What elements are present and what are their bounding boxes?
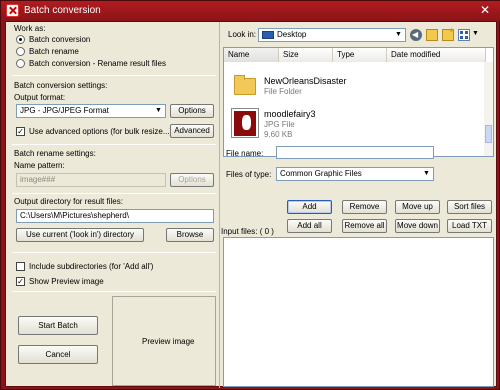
app-icon — [6, 4, 19, 17]
scroll-thumb[interactable] — [485, 125, 492, 143]
file-size: 9.60 KB — [264, 130, 293, 139]
chevron-down-icon[interactable]: ▼ — [393, 30, 404, 40]
file-list[interactable]: Name Size Type Date modified NewOrleansD… — [223, 47, 494, 157]
rename-settings-label: Batch rename settings: — [14, 149, 96, 158]
output-options-button[interactable]: Options — [170, 104, 214, 118]
files-of-type-label: Files of type: — [226, 170, 272, 179]
divider — [12, 291, 216, 292]
work-as-label: Work as: — [14, 24, 46, 33]
use-current-directory-button[interactable]: Use current ('look in') directory — [16, 228, 144, 242]
look-in-value: Desktop — [277, 30, 307, 39]
output-format-select[interactable]: JPG - JPG/JPEG Format ▼ — [16, 104, 166, 118]
new-folder-icon[interactable]: ✦ — [442, 26, 455, 41]
look-in-label: Look in: — [228, 30, 257, 39]
window-title: Batch conversion — [24, 5, 101, 16]
output-format-label: Output format: — [14, 93, 66, 102]
add-button[interactable]: Add — [287, 200, 332, 214]
list-item[interactable]: moodlefairy3 JPG File 9.60 KB — [224, 105, 486, 145]
look-in-select[interactable]: Desktop ▼ — [258, 28, 406, 42]
chevron-down-icon[interactable]: ▼ — [421, 169, 432, 179]
output-directory-input[interactable]: C:\Users\M\Pictures\shepherd\ — [16, 209, 214, 223]
file-name-input[interactable] — [276, 146, 434, 159]
back-icon[interactable]: ◀ — [410, 29, 422, 41]
files-of-type-select[interactable]: Common Graphic Files ▼ — [276, 167, 434, 181]
cancel-button[interactable]: Cancel — [18, 345, 98, 364]
divider — [12, 75, 216, 76]
close-icon[interactable]: ✕ — [475, 3, 495, 18]
radio-conversion-rename-label[interactable]: Batch conversion - Rename result files — [29, 59, 166, 68]
chevron-down-icon[interactable]: ▼ — [153, 106, 164, 116]
view-menu-icon[interactable] — [458, 29, 470, 41]
start-batch-button[interactable]: Start Batch — [18, 316, 98, 335]
show-preview-label[interactable]: Show Preview image — [29, 277, 104, 286]
desktop-icon — [262, 31, 274, 39]
output-format-value: JPG - JPG/JPEG Format — [20, 106, 109, 115]
rename-options-button[interactable]: Options — [170, 173, 214, 187]
up-folder-icon[interactable] — [426, 29, 438, 41]
radio-batch-rename-label[interactable]: Batch rename — [29, 47, 79, 56]
radio-conversion-rename[interactable] — [16, 59, 25, 68]
files-of-type-value: Common Graphic Files — [280, 169, 362, 178]
divider — [12, 193, 216, 194]
remove-all-button[interactable]: Remove all — [342, 219, 387, 233]
divider — [12, 144, 216, 145]
conversion-settings-label: Batch conversion settings: — [14, 81, 108, 90]
title-bar[interactable]: Batch conversion ✕ — [1, 1, 500, 21]
sort-files-button[interactable]: Sort files — [447, 200, 492, 214]
preview-image-label: Preview image — [142, 337, 195, 346]
remove-button[interactable]: Remove — [342, 200, 387, 214]
file-type: File Folder — [264, 87, 302, 96]
name-pattern-label: Name pattern: — [14, 161, 65, 170]
file-name: NewOrleansDisaster — [264, 76, 347, 86]
radio-batch-rename[interactable] — [16, 47, 25, 56]
file-type: JPG File — [264, 120, 295, 129]
advanced-options-checkbox[interactable]: ✓ — [16, 127, 25, 136]
load-txt-button[interactable]: Load TXT — [447, 219, 492, 233]
output-directory-label: Output directory for result files: — [14, 197, 123, 206]
batch-conversion-window: Batch conversion ✕ Work as: Batch conver… — [0, 0, 500, 390]
dialog-client-area: Work as: Batch conversion Batch rename B… — [5, 21, 497, 388]
browse-button[interactable]: Browse — [166, 228, 214, 242]
folder-icon — [234, 75, 256, 95]
panel-separator — [219, 22, 220, 388]
column-header-size[interactable]: Size — [279, 48, 333, 62]
chevron-down-icon[interactable]: ▼ — [472, 30, 479, 37]
move-down-button[interactable]: Move down — [395, 219, 440, 233]
image-thumbnail — [231, 108, 259, 138]
move-up-button[interactable]: Move up — [395, 200, 440, 214]
name-pattern-input[interactable]: image### — [16, 173, 166, 187]
radio-batch-conversion[interactable] — [16, 35, 25, 44]
file-name-label: File name: — [226, 149, 264, 158]
column-header-type[interactable]: Type — [333, 48, 387, 62]
column-header-date-modified[interactable]: Date modified — [387, 48, 486, 62]
advanced-button[interactable]: Advanced — [170, 124, 214, 138]
preview-image-area: Preview image — [112, 296, 216, 386]
file-list-scrollbar[interactable] — [484, 62, 493, 156]
list-item[interactable]: NewOrleansDisaster File Folder — [224, 70, 486, 104]
include-subdirectories-checkbox[interactable] — [16, 262, 25, 271]
file-name: moodlefairy3 — [264, 109, 316, 119]
input-files-list[interactable] — [223, 237, 494, 387]
column-header-name[interactable]: Name — [224, 48, 279, 62]
show-preview-checkbox[interactable]: ✓ — [16, 277, 25, 286]
divider — [12, 252, 216, 253]
add-all-button[interactable]: Add all — [287, 219, 332, 233]
advanced-options-label[interactable]: Use advanced options (for bulk resize...… — [29, 127, 172, 136]
include-subdirectories-label[interactable]: Include subdirectories (for 'Add all') — [29, 262, 153, 271]
input-files-label: Input files: ( 0 ) — [221, 227, 274, 236]
radio-batch-conversion-label[interactable]: Batch conversion — [29, 35, 90, 44]
